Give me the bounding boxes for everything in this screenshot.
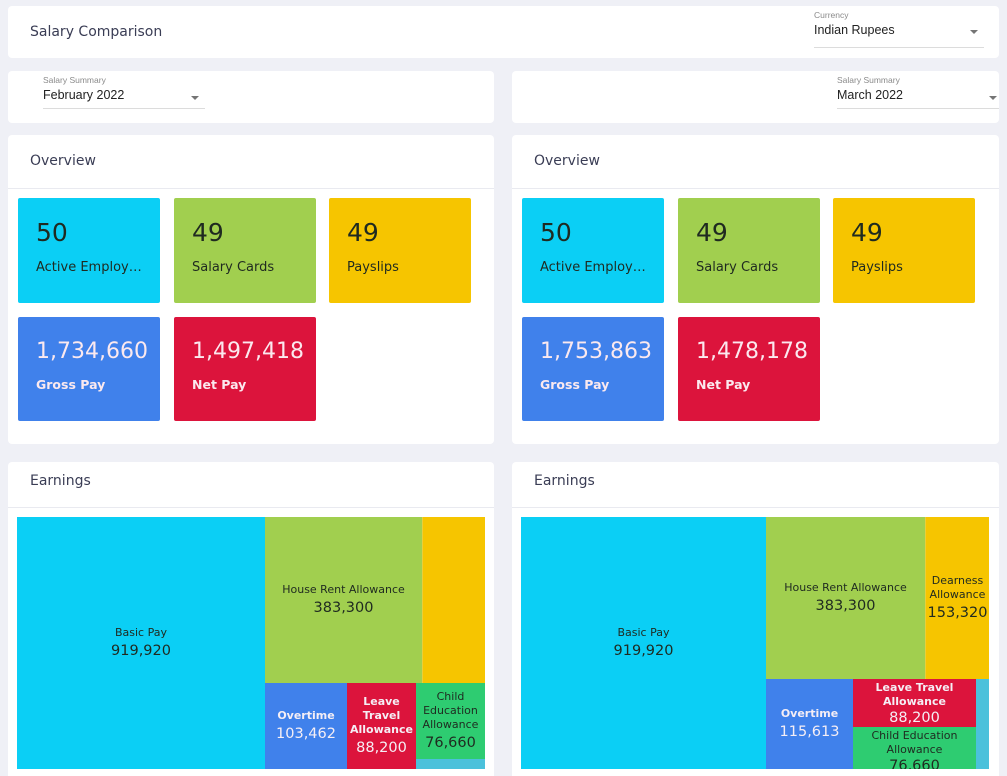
right-overview-card: Overview 50 Active Employ… 49 Salary Car… (512, 135, 999, 444)
gross-pay-tile[interactable]: 1,753,863 Gross Pay (522, 317, 664, 421)
tile-label: Salary Cards (192, 260, 275, 275)
net-pay-tile[interactable]: 1,478,178 Net Pay (678, 317, 820, 421)
right-earnings-card: Earnings Basic Pay 919,920 House Rent Al… (512, 462, 999, 776)
currency-label: Currency (814, 10, 849, 20)
tile-value: 1,753,863 (540, 339, 652, 364)
tile-label: Gross Pay (540, 377, 610, 392)
earnings-title: Earnings (30, 473, 91, 489)
tile-value: 49 (192, 218, 224, 247)
tile-value: 50 (36, 218, 68, 247)
tile-label: Active Employ… (540, 260, 646, 275)
cell-value: 115,613 (779, 723, 840, 740)
currency-select[interactable]: Currency Indian Rupees (814, 10, 984, 48)
salary-cards-tile[interactable]: 49 Salary Cards (678, 198, 820, 303)
left-earnings-treemap: Basic Pay 919,920 House Rent Allowance 3… (17, 517, 485, 769)
salary-summary-label: Salary Summary (837, 75, 900, 85)
treemap-cell-overtime[interactable]: Overtime 103,462 (265, 683, 347, 769)
treemap-cell-other[interactable] (416, 759, 485, 769)
cell-label: House Rent Allowance (282, 582, 405, 596)
active-employees-tile[interactable]: 50 Active Employ… (522, 198, 664, 303)
treemap-cell-child-education-allowance[interactable]: Child Education Allowance 76,660 (853, 727, 976, 769)
tile-value: 1,497,418 (192, 339, 304, 364)
tile-value: 1,478,178 (696, 339, 808, 364)
chevron-down-icon (970, 30, 978, 34)
cell-value: 103,462 (276, 725, 336, 742)
cell-value: 88,200 (356, 739, 407, 756)
overview-title: Overview (30, 153, 96, 169)
cell-label: Basic Pay (114, 625, 167, 639)
payslips-tile[interactable]: 49 Payslips (329, 198, 471, 303)
active-employees-tile[interactable]: 50 Active Employ… (18, 198, 160, 303)
treemap-cell-leave-travel-allowance[interactable]: Leave Travel Allowance 88,200 (853, 679, 976, 727)
tile-label: Net Pay (192, 377, 247, 392)
cell-label: House Rent Allowance (784, 580, 907, 594)
salary-summary-value: February 2022 (43, 88, 125, 102)
earnings-title: Earnings (534, 473, 595, 489)
treemap-cell-dearness-allowance[interactable] (422, 517, 485, 683)
cell-value: 919,920 (613, 642, 674, 659)
tile-label: Net Pay (696, 377, 751, 392)
tile-value: 49 (696, 218, 728, 247)
cell-value: 76,660 (425, 734, 476, 751)
cell-label: Leave Travel Allowance (875, 680, 954, 708)
cell-value: 153,320 (927, 604, 988, 621)
tile-label: Payslips (347, 260, 399, 275)
treemap-cell-child-education-allowance[interactable]: Child Education Allowance 76,660 (416, 683, 485, 759)
tile-label: Gross Pay (36, 377, 106, 392)
cell-label: Leave Travel Allowance (349, 694, 413, 736)
right-earnings-treemap: Basic Pay 919,920 House Rent Allowance 3… (521, 517, 989, 769)
left-earnings-card: Earnings Basic Pay 919,920 House Rent Al… (8, 462, 494, 776)
treemap-cell-overtime[interactable]: Overtime 115,613 (766, 679, 853, 769)
tile-label: Salary Cards (696, 260, 779, 275)
treemap-cell-dearness-allowance[interactable]: Dearness Allowance 153,320 (925, 517, 989, 679)
tile-value: 49 (851, 218, 883, 247)
payslips-tile[interactable]: 49 Payslips (833, 198, 975, 303)
cell-value: 919,920 (111, 642, 171, 659)
tile-label: Payslips (851, 260, 903, 275)
overview-title: Overview (534, 153, 600, 169)
chevron-down-icon (989, 96, 997, 100)
treemap-cell-house-rent-allowance[interactable]: House Rent Allowance 383,300 (766, 517, 925, 679)
page-title: Salary Comparison (30, 24, 163, 40)
treemap-cell-house-rent-allowance[interactable]: House Rent Allowance 383,300 (265, 517, 422, 683)
tile-value: 1,734,660 (36, 339, 148, 364)
treemap-cell-basic-pay[interactable]: Basic Pay 919,920 (521, 517, 766, 769)
tile-value: 50 (540, 218, 572, 247)
cell-label: Overtime (277, 708, 335, 722)
left-salary-summary-select[interactable]: Salary Summary February 2022 (43, 75, 205, 109)
chevron-down-icon (191, 96, 199, 100)
cell-label: Basic Pay (617, 625, 670, 639)
cell-value: 383,300 (815, 597, 876, 614)
cell-label: Child Education Allowance (871, 729, 958, 756)
left-summary-card: Salary Summary February 2022 (8, 71, 494, 123)
net-pay-tile[interactable]: 1,497,418 Net Pay (174, 317, 316, 421)
cell-label: Overtime (780, 706, 839, 720)
treemap-cell-leave-travel-allowance[interactable]: Leave Travel Allowance 88,200 (347, 683, 416, 769)
tile-value: 49 (347, 218, 379, 247)
treemap-cell-basic-pay[interactable]: Basic Pay 919,920 (17, 517, 265, 769)
left-overview-card: Overview 50 Active Employ… 49 Salary Car… (8, 135, 494, 444)
salary-cards-tile[interactable]: 49 Salary Cards (174, 198, 316, 303)
salary-summary-label: Salary Summary (43, 75, 106, 85)
cell-value: 383,300 (313, 599, 374, 616)
right-summary-card: Salary Summary March 2022 (512, 71, 999, 123)
gross-pay-tile[interactable]: 1,734,660 Gross Pay (18, 317, 160, 421)
treemap-cell-other[interactable] (976, 679, 989, 769)
tile-label: Active Employ… (36, 260, 142, 275)
right-salary-summary-select[interactable]: Salary Summary March 2022 (837, 75, 999, 109)
cell-label: Child Education Allowance (422, 689, 479, 731)
cell-value: 76,660 (889, 758, 940, 769)
salary-summary-value: March 2022 (837, 88, 904, 102)
header-card: Salary Comparison Currency Indian Rupees (8, 6, 999, 58)
cell-value: 88,200 (889, 709, 940, 726)
currency-value: Indian Rupees (814, 23, 895, 37)
cell-label: Dearness Allowance (929, 573, 986, 601)
